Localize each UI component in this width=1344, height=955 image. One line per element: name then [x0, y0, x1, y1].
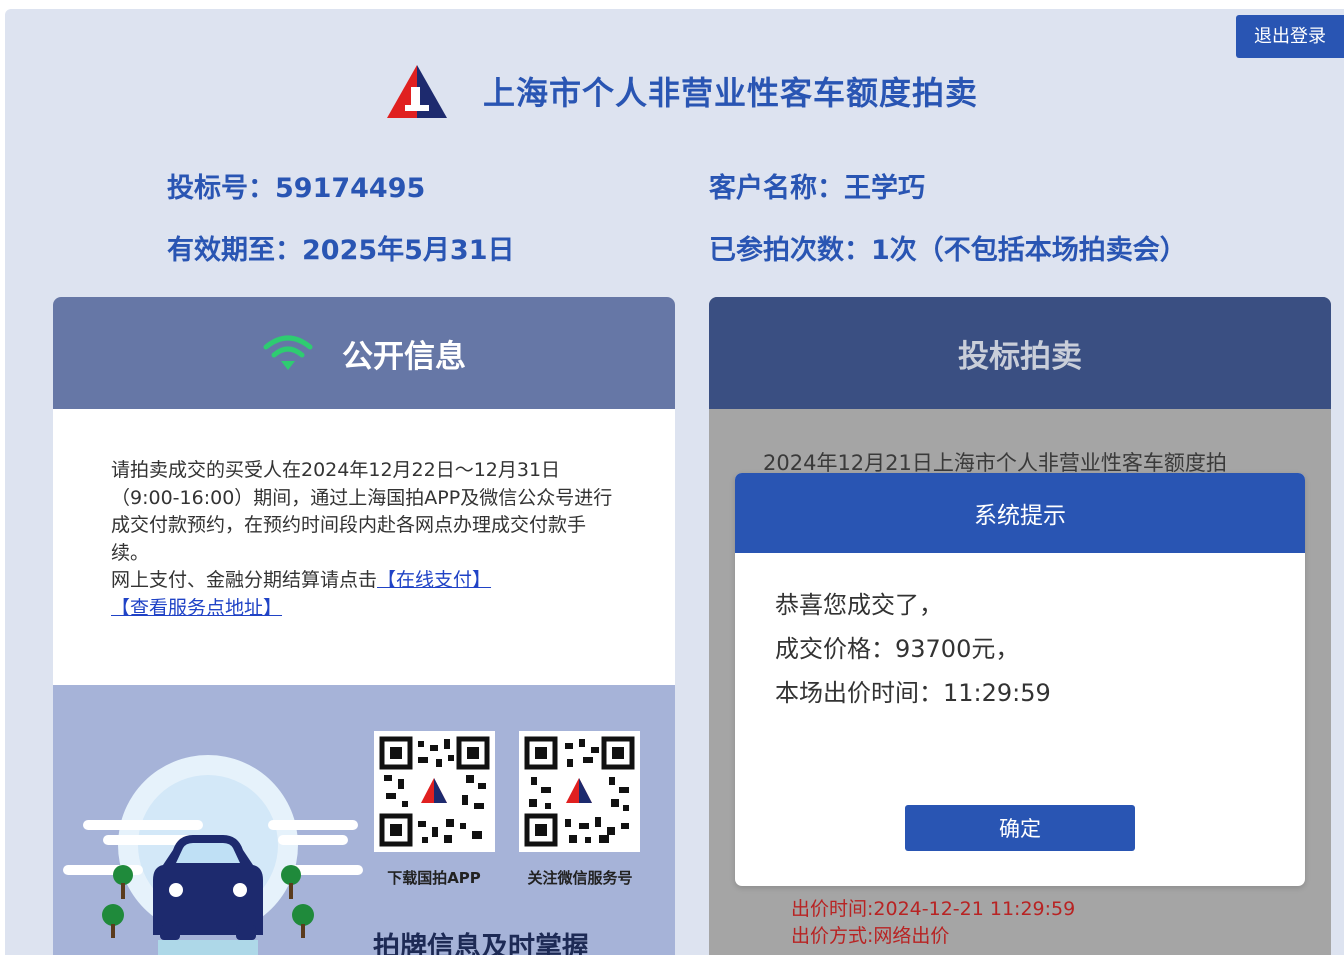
service-address-link[interactable]: 【查看服务点地址】 [111, 597, 282, 619]
logout-button[interactable]: 退出登录 [1236, 15, 1344, 58]
dialog-title: 系统提示 [735, 473, 1305, 553]
wechat-qr-code [519, 731, 640, 852]
promo-slogan: 拍牌信息及时掌握 [373, 932, 589, 955]
customer-value: 王学巧 [844, 173, 925, 204]
app-qr-code [374, 731, 495, 852]
dialog-line-congrats: 恭喜您成交了， [775, 591, 943, 619]
public-info-header: 公开信息 [53, 297, 675, 409]
qr-wechat-label: 关注微信服务号 [527, 869, 633, 887]
customer-name: 客户名称：王学巧 [709, 166, 925, 205]
public-info-title: 公开信息 [342, 338, 466, 375]
participation-label: 已参拍次数： [709, 235, 871, 266]
dialog-body: 恭喜您成交了， 成交价格：93700元， 本场出价时间：11:29:59 [735, 553, 1305, 715]
participation-count: 已参拍次数：1次（不包括本场拍卖会） [709, 228, 1187, 267]
logo-icon [387, 65, 447, 118]
online-payment-link[interactable]: 【在线支付】 [377, 569, 491, 591]
public-info-panel: 公开信息 请拍卖成交的买受人在2024年12月22日～12月31日（9:00-1… [53, 297, 675, 955]
bid-number-value: 59174495 [275, 173, 426, 204]
system-notice-dialog: 系统提示 恭喜您成交了， 成交价格：93700元， 本场出价时间：11:29:5… [735, 473, 1305, 886]
auction-title: 投标拍卖 [958, 338, 1082, 375]
promo-banner: 下载国拍APP 关注微信服务号 拍牌信息及时掌握 [53, 685, 675, 955]
confirm-button[interactable]: 确定 [905, 805, 1135, 851]
bid-time: 出价时间:2024-12-21 11:29:59 [791, 898, 1076, 920]
wifi-icon [262, 333, 314, 373]
customer-label: 客户名称： [709, 173, 844, 204]
pay-prefix-text: 网上支付、金融分期结算请点击 [111, 569, 378, 591]
dialog-line-time: 本场出价时间：11:29:59 [775, 679, 1051, 707]
bid-method: 出价方式:网络出价 [791, 925, 950, 947]
dialog-line-price: 成交价格：93700元， [775, 635, 1020, 663]
qr-app-label: 下载国拍APP [387, 869, 481, 887]
bid-number: 投标号：59174495 [167, 166, 425, 205]
car-illustration [63, 755, 363, 955]
participation-value: 1次（不包括本场拍卖会） [871, 235, 1187, 266]
brand-header: 上海市个人非营业性客车额度拍卖 [385, 61, 978, 121]
notice-text: 请拍卖成交的买受人在2024年12月22日～12月31日（9:00-16:00）… [111, 459, 613, 564]
auction-header: 投标拍卖 [709, 297, 1331, 409]
valid-until-label: 有效期至： [167, 235, 302, 266]
page-title: 上海市个人非营业性客车额度拍卖 [483, 74, 979, 112]
bid-number-label: 投标号： [167, 173, 275, 204]
valid-until-value: 2025年5月31日 [302, 235, 515, 266]
notice-text-block: 请拍卖成交的买受人在2024年12月22日～12月31日（9:00-16:00）… [53, 409, 675, 621]
valid-until: 有效期至：2025年5月31日 [167, 228, 515, 267]
